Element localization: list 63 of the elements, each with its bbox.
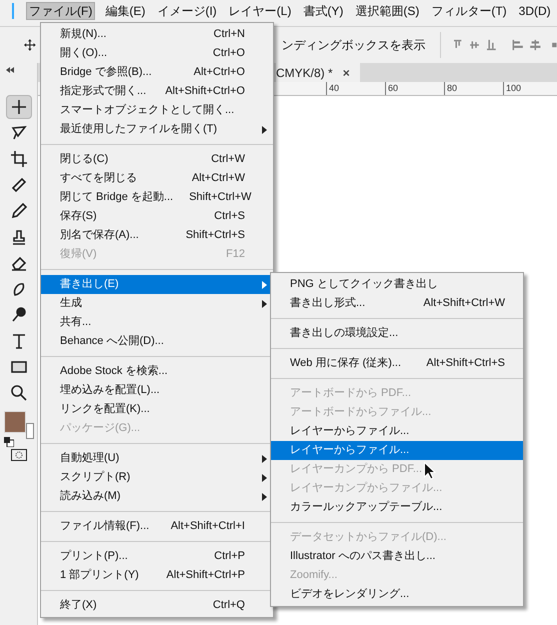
close-icon[interactable]: × <box>342 64 350 82</box>
menu-item[interactable]: 書き出し形式... Alt+Shift+Ctrl+W <box>271 294 523 313</box>
menu-item[interactable]: 書き出しの環境設定... <box>271 324 523 343</box>
menu-bar-item[interactable]: イメージ(I) <box>155 2 219 20</box>
background-color-swatch[interactable] <box>26 423 34 439</box>
quick-mask-icon[interactable] <box>10 449 26 461</box>
menu-item[interactable]: 閉じて Bridge を起動... Shift+Ctrl+W <box>41 188 273 207</box>
menu-item[interactable]: 自動処理(U) <box>41 449 273 468</box>
move-tool-icon[interactable] <box>24 37 36 53</box>
align-icons-drawing[interactable] <box>454 38 557 52</box>
ruler-label: 40 <box>326 82 344 95</box>
menu-item[interactable]: スクリプト(R) <box>41 468 273 487</box>
menu-item[interactable]: 別名で保存(A)... Shift+Ctrl+S <box>41 226 273 245</box>
menu-item[interactable]: すべてを閉じる Alt+Ctrl+W <box>41 169 273 188</box>
menu-item[interactable]: Web 用に保存 (従来)... Alt+Shift+Ctrl+S <box>271 354 523 373</box>
ruler-label: 80 <box>444 82 462 95</box>
menu-item[interactable]: 閉じる(C) Ctrl+W <box>41 150 273 169</box>
menu-item[interactable]: プリント(P)... Ctrl+P <box>41 547 273 566</box>
menu-item[interactable]: 埋め込みを配置(L)... <box>41 381 273 400</box>
menu-item[interactable]: 読み込み(M) <box>41 487 273 506</box>
mouse-cursor-icon <box>424 462 436 480</box>
menu-bar-item[interactable]: ファイル(F) <box>26 2 96 20</box>
submenu-arrow-icon <box>262 280 266 288</box>
menu-item[interactable]: 共有... <box>41 313 273 332</box>
menu-item[interactable]: 書き出し(E) <box>41 275 273 294</box>
menu-item[interactable]: スマートオブジェクトとして開く... <box>41 101 273 120</box>
menu-bar-item[interactable]: 3D(D) <box>516 2 553 20</box>
ruler-label: 100 <box>503 82 521 95</box>
menu-bar-item[interactable]: フィルター(T) <box>429 2 509 20</box>
menu-item[interactable]: カラールックアップテーブル... <box>271 498 523 517</box>
menu-bar-item[interactable]: 選択範囲(S) <box>353 2 422 20</box>
foreground-color-swatch[interactable] <box>4 411 26 433</box>
ruler-label: 60 <box>385 82 403 95</box>
menu-item[interactable]: ファイル情報(F)... Alt+Shift+Ctrl+I <box>41 517 273 536</box>
menu-item[interactable]: 保存(S) Ctrl+S <box>41 207 273 226</box>
menu-item[interactable]: 新規(N)... Ctrl+N <box>41 25 273 44</box>
menu-item[interactable]: Behance へ公開(D)... <box>41 332 273 351</box>
menu-item[interactable]: PNG としてクイック書き出し <box>271 275 523 294</box>
menu-item[interactable]: 1 部プリント(Y) Alt+Shift+Ctrl+P <box>41 566 273 585</box>
option-label: ンディングボックスを表示 <box>282 37 426 54</box>
submenu-arrow-icon <box>262 454 266 462</box>
menu-bar-item[interactable]: レイヤー(L) <box>226 2 294 20</box>
default-colors-icon[interactable] <box>4 437 14 447</box>
menu-item[interactable]: Adobe Stock を検索... <box>41 362 273 381</box>
menu-bar-item[interactable]: 書式(Y) <box>301 2 346 20</box>
menu-item[interactable]: 指定形式で開く... Alt+Shift+Ctrl+O <box>41 82 273 101</box>
submenu-arrow-icon <box>262 126 266 134</box>
move-tool-icon[interactable] <box>6 95 32 119</box>
menu-item[interactable]: 終了(X) Ctrl+Q <box>41 596 273 615</box>
submenu-arrow-icon <box>262 300 266 308</box>
menu-item[interactable]: Bridge で参照(B)... Alt+Ctrl+O <box>41 63 273 82</box>
menu-item[interactable]: Illustrator へのパス書き出し... <box>271 547 523 566</box>
menu-item[interactable]: 開く(O)... Ctrl+O <box>41 44 273 63</box>
submenu-arrow-icon <box>262 474 266 482</box>
menu-item[interactable]: 生成 <box>41 294 273 313</box>
menu-item[interactable]: レイヤーからファイル... <box>271 441 523 460</box>
document-tab[interactable]: CMYK/8) * × <box>276 63 360 82</box>
menu-item[interactable]: リンクを配置(K)... <box>41 400 273 419</box>
menu-item[interactable]: ビデオをレンダリング... <box>271 585 523 604</box>
menu-bar-item[interactable]: 編集(E) <box>103 2 148 20</box>
menu-item[interactable]: 最近使用したファイルを開く(T) <box>41 120 273 139</box>
menu-item[interactable]: レイヤーからファイル... <box>271 422 523 441</box>
submenu-arrow-icon <box>262 492 266 500</box>
